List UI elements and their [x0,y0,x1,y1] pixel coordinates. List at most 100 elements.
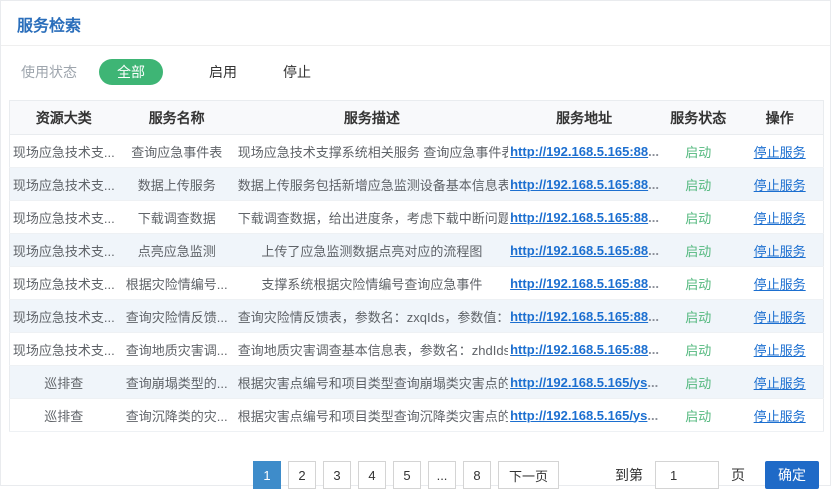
filter-option-all[interactable]: 全部 [99,59,163,85]
url-ellipsis: ... [647,408,658,423]
status-badge: 启动 [685,376,711,391]
filter-option-enabled[interactable]: 启用 [209,62,237,82]
service-url-link[interactable]: http://192.168.5.165/ys [510,408,647,423]
page-button-3[interactable]: 3 [323,461,351,489]
url-ellipsis: ... [648,342,659,357]
cell-description: 查询地质灾害调查基本信息表，参数名：zhdIds，参... [236,333,508,366]
column-header-address: 服务地址 [508,101,660,135]
stop-service-link[interactable]: 停止服务 [754,211,806,226]
cell-category: 巡排查 [10,366,118,399]
cell-category: 现场应急技术支... [10,333,118,366]
service-url-link[interactable]: http://192.168.5.165:88 [510,144,648,159]
service-url-link[interactable]: http://192.168.5.165:88 [510,177,648,192]
status-badge: 启动 [685,211,711,226]
cell-address: http://192.168.5.165:88... [508,333,660,366]
cell-service-name: 根据灾险情编号... [118,267,236,300]
cell-status: 启动 [660,333,736,366]
column-header-category: 资源大类 [10,101,118,135]
stop-service-link[interactable]: 停止服务 [754,244,806,259]
confirm-button[interactable]: 确定 [765,461,819,489]
url-ellipsis: ... [648,177,659,192]
stop-service-link[interactable]: 停止服务 [754,145,806,160]
table-row: 现场应急技术支... 查询灾险情反馈... 查询灾险情反馈表，参数名：zxqId… [10,300,824,333]
url-ellipsis: ... [648,243,659,258]
cell-description: 上传了应急监测数据点亮对应的流程图 [236,234,508,267]
cell-category: 巡排查 [10,399,118,432]
cell-operation: 停止服务 [736,267,823,300]
status-filter-row: 使用状态 全部 启用 停止 [1,46,830,100]
cell-category: 现场应急技术支... [10,135,118,168]
table-row: 现场应急技术支... 数据上传服务 数据上传服务包括新增应急监测设备基本信息表（… [10,168,824,201]
column-header-name: 服务名称 [118,101,236,135]
cell-category: 现场应急技术支... [10,168,118,201]
status-badge: 启动 [685,409,711,424]
column-header-operation: 操作 [736,101,823,135]
stop-service-link[interactable]: 停止服务 [754,409,806,424]
pagination: 1 2 3 4 5 ... 8 下一页 到第 页 确定 [253,461,830,489]
cell-operation: 停止服务 [736,168,823,201]
table-row: 现场应急技术支... 根据灾险情编号... 支撑系统根据灾险情编号查询应急事件 … [10,267,824,300]
cell-status: 启动 [660,234,736,267]
table-row: 巡排查 查询崩塌类型的... 根据灾害点编号和项目类型查询崩塌类灾害点的详细..… [10,366,824,399]
cell-address: http://192.168.5.165/ys... [508,366,660,399]
service-url-link[interactable]: http://192.168.5.165/ys [510,375,647,390]
stop-service-link[interactable]: 停止服务 [754,178,806,193]
status-badge: 启动 [685,178,711,193]
cell-service-name: 查询灾险情反馈... [118,300,236,333]
stop-service-link[interactable]: 停止服务 [754,343,806,358]
cell-operation: 停止服务 [736,234,823,267]
stop-service-link[interactable]: 停止服务 [754,376,806,391]
cell-service-name: 数据上传服务 [118,168,236,201]
cell-address: http://192.168.5.165:88... [508,135,660,168]
page-button-1[interactable]: 1 [253,461,281,489]
cell-operation: 停止服务 [736,201,823,234]
service-url-link[interactable]: http://192.168.5.165:88 [510,243,648,258]
goto-page-input[interactable] [655,461,719,489]
url-ellipsis: ... [648,276,659,291]
url-ellipsis: ... [648,210,659,225]
stop-service-link[interactable]: 停止服务 [754,277,806,292]
status-badge: 启动 [685,244,711,259]
table-row: 现场应急技术支... 点亮应急监测 上传了应急监测数据点亮对应的流程图 http… [10,234,824,267]
stop-service-link[interactable]: 停止服务 [754,310,806,325]
status-badge: 启动 [685,343,711,358]
cell-description: 支撑系统根据灾险情编号查询应急事件 [236,267,508,300]
page-button-5[interactable]: 5 [393,461,421,489]
cell-status: 启动 [660,201,736,234]
cell-status: 启动 [660,366,736,399]
service-url-link[interactable]: http://192.168.5.165:88 [510,309,648,324]
cell-address: http://192.168.5.165:88... [508,267,660,300]
status-badge: 启动 [685,277,711,292]
column-header-status: 服务状态 [660,101,736,135]
page-button-8[interactable]: 8 [463,461,491,489]
service-url-link[interactable]: http://192.168.5.165:88 [510,210,648,225]
cell-service-name: 查询崩塌类型的... [118,366,236,399]
cell-status: 启动 [660,135,736,168]
service-url-link[interactable]: http://192.168.5.165:88 [510,276,648,291]
service-url-link[interactable]: http://192.168.5.165:88 [510,342,648,357]
cell-status: 启动 [660,300,736,333]
cell-description: 根据灾害点编号和项目类型查询崩塌类灾害点的详细... [236,366,508,399]
cell-description: 数据上传服务包括新增应急监测设备基本信息表（YJB... [236,168,508,201]
cell-description: 现场应急技术支撑系统相关服务 查询应急事件表 [236,135,508,168]
cell-service-name: 点亮应急监测 [118,234,236,267]
service-search-panel: 服务检索 使用状态 全部 启用 停止 资源大类 服务名称 服务描述 服务地址 服… [0,0,831,486]
page-button-4[interactable]: 4 [358,461,386,489]
filter-label: 使用状态 [21,62,77,82]
page-ellipsis-button[interactable]: ... [428,461,456,489]
cell-address: http://192.168.5.165/ys... [508,399,660,432]
cell-address: http://192.168.5.165:88... [508,234,660,267]
filter-option-stopped[interactable]: 停止 [283,62,311,82]
next-page-button[interactable]: 下一页 [498,461,559,489]
table-header-row: 资源大类 服务名称 服务描述 服务地址 服务状态 操作 [10,101,824,135]
cell-operation: 停止服务 [736,333,823,366]
services-table: 资源大类 服务名称 服务描述 服务地址 服务状态 操作 现场应急技术支... 查… [9,100,824,432]
page-button-2[interactable]: 2 [288,461,316,489]
cell-status: 启动 [660,399,736,432]
column-header-description: 服务描述 [236,101,508,135]
cell-description: 查询灾险情反馈表，参数名：zxqIds，参数值：一连... [236,300,508,333]
cell-description: 下载调查数据，给出进度条，考虑下载中断问题；删... [236,201,508,234]
table-row: 现场应急技术支... 下载调查数据 下载调查数据，给出进度条，考虑下载中断问题；… [10,201,824,234]
cell-status: 启动 [660,168,736,201]
page-title: 服务检索 [1,1,830,45]
